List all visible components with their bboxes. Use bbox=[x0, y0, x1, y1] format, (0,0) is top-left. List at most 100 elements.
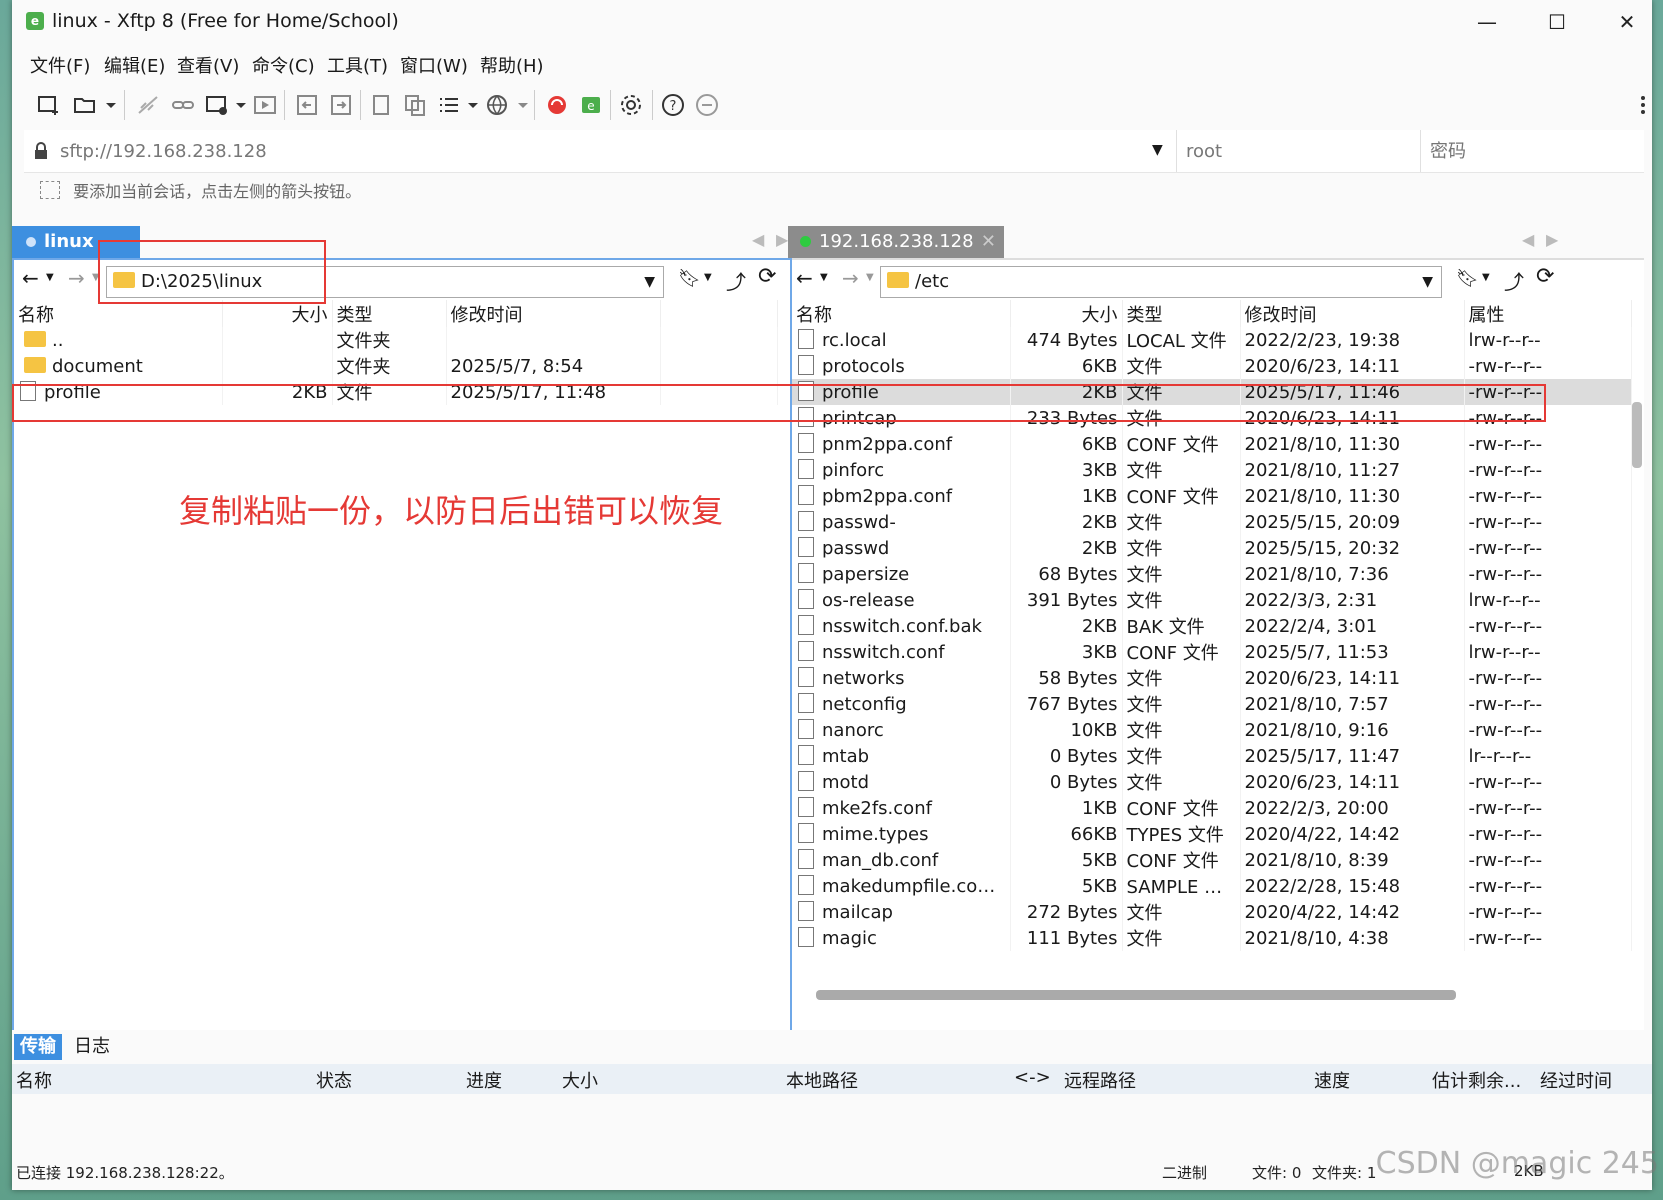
menu-command[interactable]: 命令(C) bbox=[252, 52, 315, 78]
bookmark-icon[interactable]: 🔖︎ bbox=[678, 268, 701, 289]
globe-icon[interactable] bbox=[484, 92, 510, 118]
table-row[interactable]: nsswitch.conf 3KB CONF 文件 2025/5/7, 11:53 lr… bbox=[792, 639, 1632, 665]
col-name[interactable]: 名称 bbox=[792, 300, 1011, 327]
col-type[interactable]: 类型 bbox=[332, 300, 447, 327]
menu-edit[interactable]: 编辑(E) bbox=[104, 52, 165, 78]
col-attributes[interactable]: 属性 bbox=[1464, 300, 1632, 327]
tab-remote-host[interactable]: 192.168.238.128 ✕ bbox=[788, 226, 1004, 258]
tcol-speed[interactable]: 速度 bbox=[1314, 1067, 1350, 1093]
forward-dropdown-icon[interactable]: ▼ bbox=[866, 272, 874, 283]
password-input[interactable] bbox=[1428, 136, 1632, 166]
left-tab-next-icon[interactable]: ▶ bbox=[776, 230, 788, 249]
table-row[interactable]: protocols 6KB 文件 2020/6/23, 14:11 -rw-r--r-- bbox=[792, 353, 1632, 379]
chat-icon[interactable] bbox=[694, 92, 720, 118]
parent-folder-icon[interactable]: ⤴ bbox=[726, 266, 746, 295]
right-path-box[interactable]: /etc ▼ bbox=[880, 266, 1442, 298]
col-size[interactable]: 大小 bbox=[1010, 300, 1123, 327]
link-icon[interactable] bbox=[170, 92, 196, 118]
left-tab-prev-icon[interactable]: ◀ bbox=[752, 230, 764, 249]
table-row[interactable]: papersize 68 Bytes 文件 2021/8/10, 7:36 -rw-r-… bbox=[792, 561, 1632, 587]
right-tab-next-icon[interactable]: ▶ bbox=[1546, 230, 1558, 249]
tab-linux[interactable]: linux bbox=[12, 226, 140, 258]
bookmark-icon[interactable]: 🔖︎ bbox=[1456, 268, 1479, 289]
table-row[interactable]: mailcap 272 Bytes 文件 2020/4/22, 14:42 -rw-r-… bbox=[792, 899, 1632, 925]
table-row[interactable]: profile 2KB 文件 2025/5/17, 11:48 bbox=[14, 379, 778, 405]
table-row[interactable]: document 文件夹 2025/5/7, 8:54 bbox=[14, 353, 778, 379]
table-row[interactable]: passwd 2KB 文件 2025/5/15, 20:32 -rw-r--r-- bbox=[792, 535, 1632, 561]
xshell-icon[interactable] bbox=[544, 92, 570, 118]
globe-dropdown-icon[interactable] bbox=[510, 92, 528, 118]
right-tab-prev-icon[interactable]: ◀ bbox=[1522, 230, 1534, 249]
table-row[interactable]: makedumpfile.conf.s... 5KB SAMPLE 文... 2022… bbox=[792, 873, 1632, 899]
tcol-direction[interactable]: <-> bbox=[1014, 1067, 1051, 1088]
back-arrow-icon[interactable]: ← bbox=[796, 266, 813, 290]
copy-icon[interactable] bbox=[368, 92, 394, 118]
path-dropdown-icon[interactable]: ▼ bbox=[644, 267, 655, 297]
path-dropdown-icon[interactable]: ▼ bbox=[1422, 267, 1433, 297]
col-modified[interactable]: 修改时间 bbox=[446, 300, 661, 327]
transfer-left-icon[interactable] bbox=[294, 92, 320, 118]
tcol-size[interactable]: 大小 bbox=[562, 1067, 598, 1093]
more-options-icon[interactable] bbox=[1630, 92, 1645, 118]
menu-view[interactable]: 查看(V) bbox=[177, 52, 239, 78]
tcol-progress[interactable]: 进度 bbox=[466, 1067, 502, 1093]
menu-window[interactable]: 窗口(W) bbox=[400, 52, 468, 78]
bookmark-dropdown-icon[interactable]: ▼ bbox=[704, 272, 712, 283]
back-dropdown-icon[interactable]: ▼ bbox=[46, 272, 54, 283]
table-row[interactable]: pnm2ppa.conf 6KB CONF 文件 2021/8/10, 11:30 -r… bbox=[792, 431, 1632, 457]
tab-close-icon[interactable]: ✕ bbox=[981, 226, 996, 258]
table-row[interactable]: profile 2KB 文件 2025/5/17, 11:46 -rw-r--r-- bbox=[792, 379, 1632, 405]
left-path-box[interactable]: D:\2025\linux ▼ bbox=[106, 266, 664, 298]
window-dropdown-icon[interactable] bbox=[228, 92, 246, 118]
add-session-icon[interactable] bbox=[40, 181, 60, 199]
table-row[interactable]: networks 58 Bytes 文件 2020/6/23, 14:11 -rw-r-… bbox=[792, 665, 1632, 691]
forward-arrow-icon[interactable]: → bbox=[68, 266, 85, 290]
tcol-status[interactable]: 状态 bbox=[316, 1067, 352, 1093]
play-icon[interactable] bbox=[252, 92, 278, 118]
host-url-input[interactable] bbox=[58, 136, 1072, 166]
back-dropdown-icon[interactable]: ▼ bbox=[820, 272, 828, 283]
table-row[interactable]: netconfig 767 Bytes 文件 2021/8/10, 7:57 -rw-r… bbox=[792, 691, 1632, 717]
xftp-icon[interactable]: e bbox=[578, 92, 604, 118]
vertical-scrollbar[interactable] bbox=[1632, 402, 1642, 468]
refresh-icon[interactable]: ⟳ bbox=[758, 264, 776, 289]
username-input[interactable] bbox=[1184, 136, 1418, 166]
table-row[interactable]: mke2fs.conf 1KB CONF 文件 2022/2/3, 20:00 -rw-… bbox=[792, 795, 1632, 821]
table-row[interactable]: mime.types 66KB TYPES 文件 2020/4/22, 14:42 -r… bbox=[792, 821, 1632, 847]
maximize-button[interactable]: ☐ bbox=[1534, 8, 1580, 36]
tcol-name[interactable]: 名称 bbox=[16, 1067, 52, 1093]
tcol-remote-path[interactable]: 远程路径 bbox=[1064, 1067, 1136, 1093]
tab-transfer[interactable]: 传输 bbox=[14, 1034, 62, 1060]
col-size[interactable]: 大小 bbox=[222, 300, 333, 327]
table-row[interactable]: pbm2ppa.conf 1KB CONF 文件 2021/8/10, 11:30 -r… bbox=[792, 483, 1632, 509]
col-modified[interactable]: 修改时间 bbox=[1240, 300, 1465, 327]
forward-dropdown-icon[interactable]: ▼ bbox=[92, 272, 100, 283]
url-dropdown-icon[interactable]: ▼ bbox=[1152, 142, 1163, 158]
open-dropdown-icon[interactable] bbox=[98, 92, 116, 118]
gear-icon[interactable] bbox=[618, 92, 644, 118]
table-row[interactable]: nsswitch.conf.bak 2KB BAK 文件 2022/2/4, 3:01… bbox=[792, 613, 1632, 639]
menu-file[interactable]: 文件(F) bbox=[30, 52, 90, 78]
list-view-icon[interactable] bbox=[436, 92, 462, 118]
col-name[interactable]: 名称 bbox=[14, 300, 223, 327]
table-row[interactable]: printcap 233 Bytes 文件 2020/6/23, 14:11 -rw-r… bbox=[792, 405, 1632, 431]
tcol-eta[interactable]: 估计剩余... bbox=[1432, 1067, 1521, 1093]
table-row[interactable]: os-release 391 Bytes 文件 2022/3/3, 2:31 lrw-r… bbox=[792, 587, 1632, 613]
menu-help[interactable]: 帮助(H) bbox=[480, 52, 544, 78]
minimize-button[interactable]: — bbox=[1464, 8, 1510, 36]
transfer-right-icon[interactable] bbox=[328, 92, 354, 118]
new-window-icon[interactable] bbox=[204, 92, 230, 118]
tab-log[interactable]: 日志 bbox=[68, 1034, 116, 1060]
col-type[interactable]: 类型 bbox=[1122, 300, 1241, 327]
table-row[interactable]: magic 111 Bytes 文件 2021/8/10, 4:38 -rw-r--r-… bbox=[792, 925, 1632, 951]
horizontal-scrollbar[interactable] bbox=[816, 990, 1456, 1000]
close-button[interactable]: ✕ bbox=[1604, 8, 1650, 36]
paste-icon[interactable] bbox=[402, 92, 428, 118]
table-row[interactable]: mtab 0 Bytes 文件 2025/5/17, 11:47 lr--r--r-- bbox=[792, 743, 1632, 769]
view-dropdown-icon[interactable] bbox=[460, 92, 478, 118]
menu-tools[interactable]: 工具(T) bbox=[327, 52, 388, 78]
parent-folder-icon[interactable]: ⤴ bbox=[1504, 266, 1524, 295]
disconnect-icon[interactable] bbox=[136, 92, 162, 118]
forward-arrow-icon[interactable]: → bbox=[842, 266, 859, 290]
table-row[interactable]: motd 0 Bytes 文件 2020/6/23, 14:11 -rw-r--r-- bbox=[792, 769, 1632, 795]
